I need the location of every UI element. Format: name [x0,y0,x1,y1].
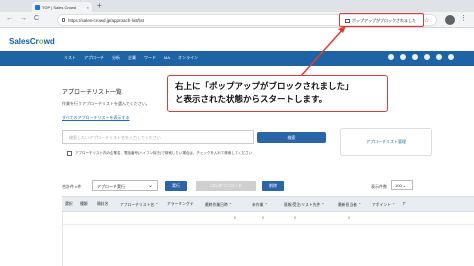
search-placeholder: 検索したいアプローチリスト名を入力してください [69,135,161,140]
divider [62,212,63,266]
show-all-link[interactable]: すべてのアプローチリストを表示する [62,115,130,121]
main-nav: リスト アプローチ 分析 企業 ワード MA オンライン [0,51,474,66]
chevron-down-icon: ⌄ [147,183,153,189]
help-icon[interactable] [400,54,406,60]
callout-line-2: と表示された状態からスタートします。 [175,94,328,104]
profile-avatar[interactable] [445,15,455,25]
col-extra[interactable]: ア [402,202,406,207]
salescrowd-logo[interactable]: SalesCrowd [9,37,55,46]
instruction-callout: 右上に「ポップアップがブロックされました」 と表示された状態からスタートします。 [167,75,388,112]
col-appointment[interactable]: アポイント ⌃ [372,202,395,208]
search-input[interactable]: 検索したいアプローチリスト名を入力してください [62,130,254,144]
forward-icon[interactable]: → [20,15,27,22]
settings-icon[interactable] [436,54,442,60]
col-last-worked[interactable]: 最終作業日時 ⌃ [205,202,232,208]
nav-item-online[interactable]: オンライン [178,55,198,61]
lock-icon [62,18,65,22]
search-option-label: アプローチリスト内の企業名、電話番号(ハイフン除き)で検索したい場合は、チェック… [75,151,253,155]
delete-button[interactable]: 削除 [262,181,284,191]
table-header: 選択 種類 開封名 アプローチリスト名 ⌃ アラーミングテ 最終作業日時 ⌃ 未… [62,196,474,212]
table-row[interactable]: 0 0 0 0 [62,212,474,225]
browser-menu-icon[interactable]: ⋮ [460,14,467,22]
execute-button[interactable]: 実行 [165,181,187,191]
bulk-action-select[interactable]: アプローチ実行 ⌄ [92,180,158,191]
bell-icon[interactable] [388,54,394,60]
nav-item-ma[interactable]: MA [164,55,170,61]
heart-icon[interactable] [412,54,418,60]
browser-tabstrip: TOP | Sales Crowd × + [0,0,474,12]
col-opener[interactable]: 開封名 [97,202,108,207]
app-header: SalesCrowd [0,29,474,51]
new-tab-button[interactable]: + [97,1,102,10]
nav-item-word[interactable]: ワード [144,55,156,61]
user-icon[interactable] [424,54,430,60]
per-page-label: 表示件数 [371,184,387,189]
browser-tab[interactable]: TOP | Sales Crowd × [32,2,92,12]
menu-icon[interactable] [448,54,454,60]
search-option-checkbox[interactable] [67,151,72,156]
search-button[interactable]: 検索 [257,132,326,143]
bookmark-star-icon[interactable]: ☆ [424,17,429,24]
back-icon[interactable]: ← [6,15,13,22]
nav-item-analysis[interactable]: 分析 [112,55,120,61]
cell-value: 0 [348,216,350,220]
list-management-button[interactable]: アプローチリスト管理 [340,128,432,156]
popup-highlight-box [339,13,424,27]
page-description: 作業を行うアプローチリストを選んでください。 [62,101,150,106]
page-title: アプローチリスト一覧 [62,90,123,96]
url-text: https://sales-crowd.jp/approach-list/lis… [68,18,145,23]
tab-title: TOP | Sales Crowd [42,4,77,10]
cell-value: 0 [262,216,264,220]
total-label: 合計件 n件 [62,184,82,189]
col-type: 種類 [80,202,88,206]
cell-value: 0 [234,216,236,220]
cell-value: 0 [294,216,296,220]
nav-item-company[interactable]: 企業 [128,55,136,61]
tab-close-icon[interactable]: × [87,5,89,10]
search-option: アプローチリスト内の企業名、電話番号(ハイフン除き)で検索したい場合は、チェック… [67,151,252,156]
csv-download-button[interactable]: CSVダウンロード [196,181,256,191]
per-page-select[interactable]: 100 ⌄ [391,180,413,190]
nav-item-list[interactable]: リスト [64,55,76,61]
col-list-name[interactable]: アプローチリスト名 ⌃ [120,202,158,208]
reload-icon[interactable]: C [34,15,39,22]
nav-item-approach[interactable]: アプローチ [84,55,104,61]
col-select: 選択 [65,202,73,206]
col-unworked[interactable]: 未作業 ⌃ [252,202,268,208]
col-status[interactable]: 既報/受注/リスト先件 ⌃ [284,202,325,208]
callout-line-1: 右上に「ポップアップがブロックされました」 [175,81,354,91]
col-assignee[interactable]: 最新担当者 ⌃ [338,202,361,208]
favicon-icon [35,4,40,10]
col-alarm[interactable]: アラーミングテ [167,202,194,207]
